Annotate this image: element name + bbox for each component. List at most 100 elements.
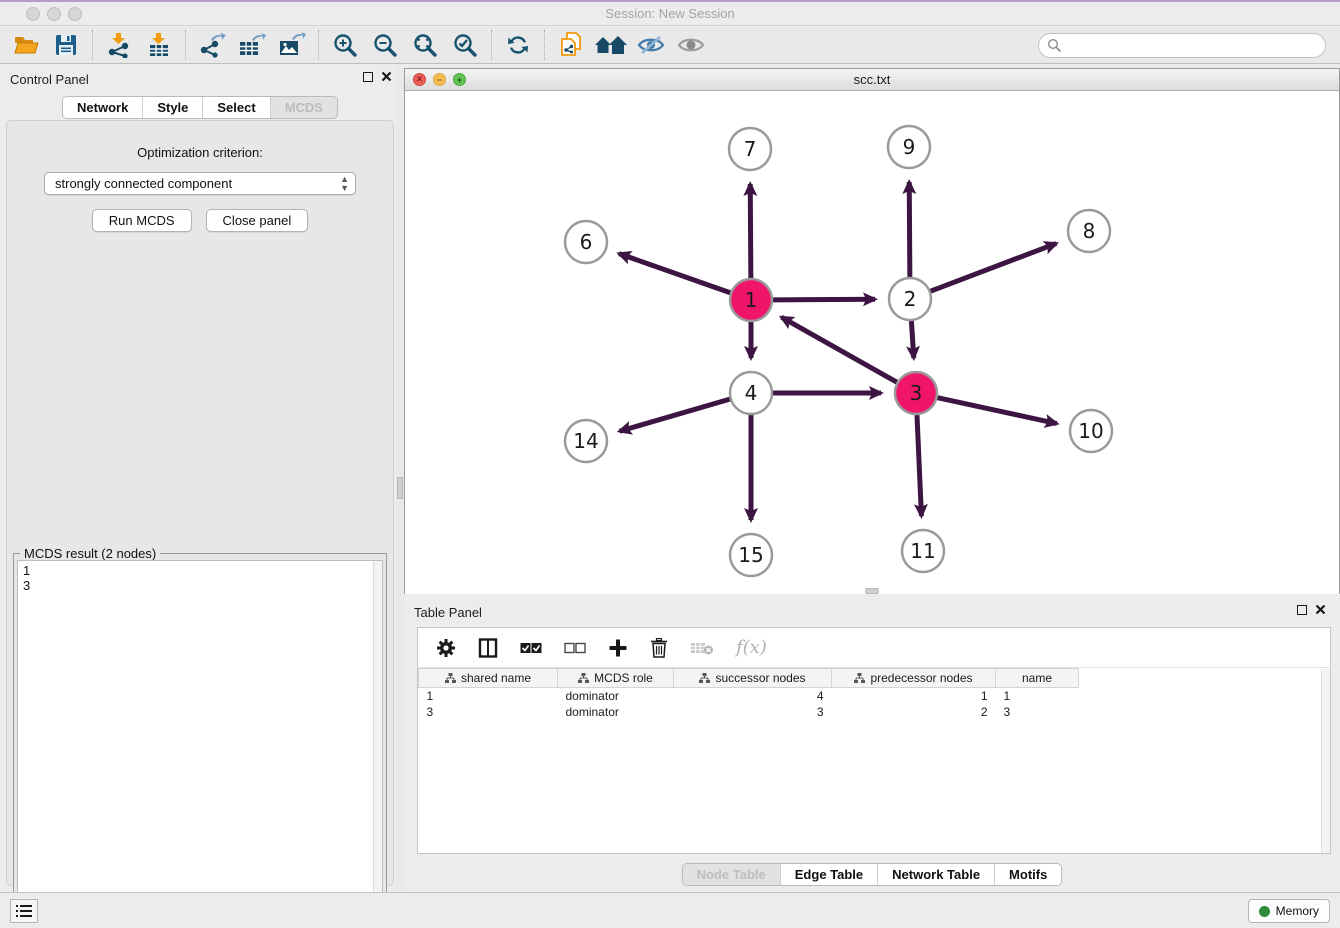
float-panel-icon[interactable] bbox=[363, 72, 373, 82]
unchecked-boxes-icon bbox=[564, 642, 586, 654]
mcds-result-box: MCDS result (2 nodes) 1 3 bbox=[13, 553, 387, 927]
edge-3-10[interactable] bbox=[937, 398, 1056, 424]
node-label-11: 11 bbox=[910, 539, 935, 563]
column-type-icon bbox=[578, 673, 589, 683]
column-header-MCDS-role[interactable]: MCDS role bbox=[558, 669, 674, 688]
close-table-panel-icon[interactable] bbox=[1315, 604, 1326, 615]
node-table[interactable]: shared nameMCDS rolesuccessor nodesprede… bbox=[418, 668, 1330, 720]
edge-2-8[interactable] bbox=[931, 243, 1057, 291]
settings-gear-button[interactable] bbox=[436, 638, 456, 658]
delete-column-button[interactable] bbox=[650, 638, 668, 658]
home-view-button[interactable] bbox=[591, 29, 631, 61]
edge-1-6[interactable] bbox=[619, 254, 730, 293]
select-all-columns-button[interactable] bbox=[520, 642, 542, 654]
column-header-successor-nodes[interactable]: successor nodes bbox=[674, 669, 832, 688]
run-mcds-button[interactable]: Run MCDS bbox=[92, 209, 192, 232]
cell-shared-name[interactable]: 3 bbox=[419, 704, 558, 720]
task-history-button[interactable] bbox=[10, 899, 38, 923]
cell-successor-nodes[interactable]: 3 bbox=[674, 704, 832, 720]
edge-3-1[interactable] bbox=[781, 317, 896, 382]
edge-2-3[interactable] bbox=[911, 321, 913, 358]
table-row[interactable]: 1dominator411 bbox=[419, 688, 1331, 704]
export-network-button[interactable] bbox=[192, 29, 232, 61]
show-panel-eye-button[interactable] bbox=[671, 29, 711, 61]
import-network-icon bbox=[106, 32, 132, 58]
add-column-button[interactable] bbox=[608, 638, 628, 658]
table-scrollbar[interactable] bbox=[1321, 669, 1330, 853]
zoom-out-button[interactable] bbox=[365, 29, 405, 61]
table-row[interactable]: 3dominator323 bbox=[419, 704, 1331, 720]
network-resize-handle[interactable] bbox=[865, 588, 879, 594]
cell-name[interactable]: 3 bbox=[996, 704, 1079, 720]
deselect-all-columns-button[interactable] bbox=[564, 642, 586, 654]
edge-4-14[interactable] bbox=[620, 399, 730, 431]
memory-button[interactable]: Memory bbox=[1248, 899, 1330, 923]
node-label-9: 9 bbox=[903, 135, 916, 159]
criterion-dropdown-value: strongly connected component bbox=[55, 176, 232, 191]
hide-panel-eye-button[interactable] bbox=[631, 29, 671, 61]
edge-1-7[interactable] bbox=[750, 184, 751, 278]
duplicate-network-button[interactable] bbox=[551, 29, 591, 61]
network-canvas[interactable]: 7968124314101511 bbox=[405, 91, 1339, 594]
refresh-layout-button[interactable] bbox=[498, 29, 538, 61]
import-table-icon bbox=[146, 32, 172, 58]
export-image-button[interactable] bbox=[272, 29, 312, 61]
edge-1-2[interactable] bbox=[773, 299, 875, 300]
column-header-predecessor-nodes[interactable]: predecessor nodes bbox=[832, 669, 996, 688]
tab-select[interactable]: Select bbox=[203, 97, 270, 118]
column-visibility-button[interactable] bbox=[478, 638, 498, 658]
tab-mcds[interactable]: MCDS bbox=[271, 97, 337, 118]
tab-network[interactable]: Network bbox=[63, 97, 143, 118]
cell-shared-name[interactable]: 1 bbox=[419, 688, 558, 704]
refresh-icon bbox=[505, 32, 531, 58]
export-image-icon bbox=[278, 32, 306, 58]
edge-3-11[interactable] bbox=[917, 415, 921, 516]
table-toolbar: f(x) bbox=[418, 628, 1330, 668]
edge-2-9[interactable] bbox=[909, 182, 910, 277]
close-panel-button[interactable]: Close panel bbox=[206, 209, 309, 232]
import-network-button[interactable] bbox=[99, 29, 139, 61]
tab-network-table[interactable]: Network Table bbox=[878, 864, 995, 885]
cell-MCDS-role[interactable]: dominator bbox=[558, 704, 674, 720]
criterion-dropdown[interactable]: strongly connected component ▲▼ bbox=[44, 172, 356, 195]
cell-successor-nodes[interactable]: 4 bbox=[674, 688, 832, 704]
tab-motifs[interactable]: Motifs bbox=[995, 864, 1061, 885]
gear-icon bbox=[436, 638, 456, 658]
splitter-handle[interactable] bbox=[397, 477, 403, 499]
node-label-2: 2 bbox=[904, 287, 917, 311]
tab-edge-table[interactable]: Edge Table bbox=[781, 864, 878, 885]
tab-node-table[interactable]: Node Table bbox=[683, 864, 781, 885]
search-input[interactable] bbox=[1038, 33, 1326, 58]
cell-name[interactable]: 1 bbox=[996, 688, 1079, 704]
column-type-icon bbox=[699, 673, 710, 683]
mcds-result-text[interactable]: 1 3 bbox=[17, 560, 383, 923]
delete-table-button[interactable] bbox=[690, 640, 714, 656]
mcds-result-scrollbar[interactable] bbox=[373, 561, 382, 922]
node-label-14: 14 bbox=[573, 429, 598, 453]
table-panel-header: Table Panel bbox=[404, 597, 1340, 623]
save-session-button[interactable] bbox=[46, 29, 86, 61]
float-table-panel-icon[interactable] bbox=[1297, 605, 1307, 615]
function-builder-button[interactable]: f(x) bbox=[736, 637, 767, 658]
cell-predecessor-nodes[interactable]: 1 bbox=[832, 688, 996, 704]
open-session-button[interactable] bbox=[6, 29, 46, 61]
cell-MCDS-role[interactable]: dominator bbox=[558, 688, 674, 704]
node-label-15: 15 bbox=[738, 543, 763, 567]
node-label-4: 4 bbox=[745, 381, 758, 405]
application-window: Session: New Session bbox=[0, 0, 1340, 926]
node-table-container: f(x) shared nameMCDS rolesuccessor nodes… bbox=[417, 627, 1331, 854]
export-table-button[interactable] bbox=[232, 29, 272, 61]
close-panel-icon[interactable] bbox=[381, 71, 392, 82]
cell-predecessor-nodes[interactable]: 2 bbox=[832, 704, 996, 720]
column-header-name[interactable]: name bbox=[996, 669, 1079, 688]
zoom-selected-button[interactable] bbox=[445, 29, 485, 61]
tab-style[interactable]: Style bbox=[143, 97, 203, 118]
import-table-button[interactable] bbox=[139, 29, 179, 61]
network-window-titlebar[interactable]: ✕ − + scc.txt bbox=[405, 69, 1339, 91]
zoom-fit-button[interactable] bbox=[405, 29, 445, 61]
zoom-in-button[interactable] bbox=[325, 29, 365, 61]
column-header-shared-name[interactable]: shared name bbox=[419, 669, 558, 688]
control-panel-header: Control Panel bbox=[0, 64, 400, 92]
toolbar-separator bbox=[92, 30, 93, 60]
vertical-splitter[interactable] bbox=[396, 64, 404, 892]
